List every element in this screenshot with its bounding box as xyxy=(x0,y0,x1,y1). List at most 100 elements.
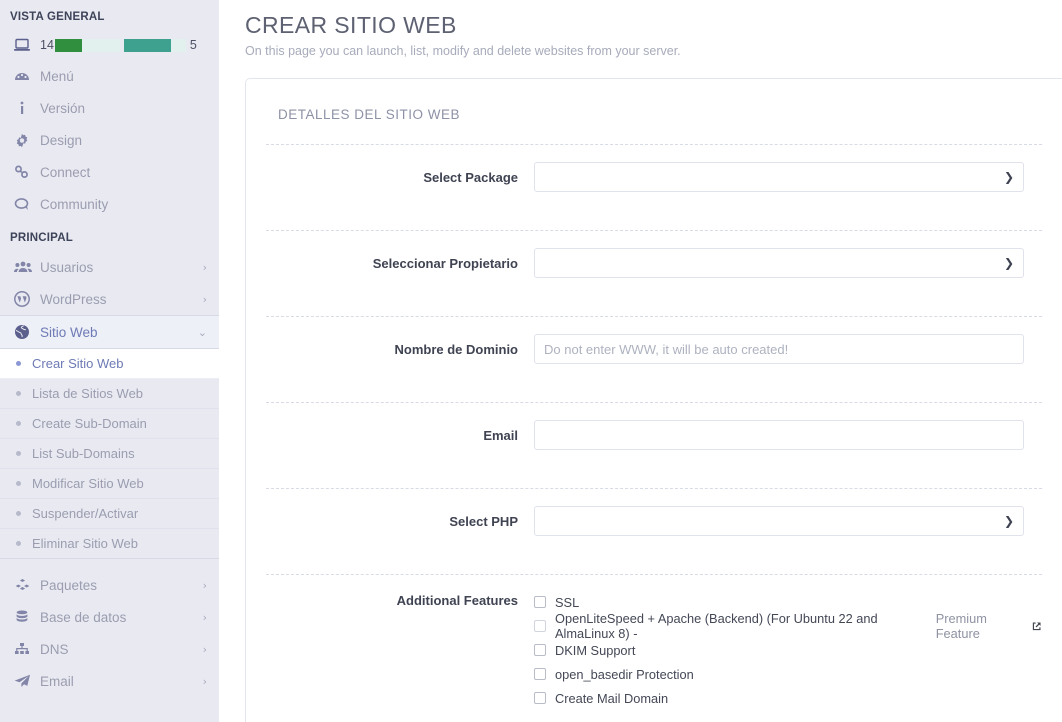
stat-bar-b xyxy=(123,38,186,52)
sidebar-item-label: DNS xyxy=(40,641,69,657)
form-row-email: Email xyxy=(266,403,1042,466)
select-php-dropdown[interactable] xyxy=(534,506,1024,536)
email-label: Email xyxy=(483,427,518,443)
chevron-right-icon: › xyxy=(202,292,207,306)
sidebar-heading-overview: VISTA GENERAL xyxy=(10,11,105,23)
gear-icon xyxy=(14,133,40,148)
form-row-select-owner: Seleccionar Propietario ❯ xyxy=(266,231,1042,294)
info-icon xyxy=(14,101,40,115)
select-owner-label: Seleccionar Propietario xyxy=(372,255,518,271)
sidebar-item-dns[interactable]: DNS › xyxy=(0,633,219,665)
chevron-right-icon: › xyxy=(202,578,207,592)
domain-wrapper xyxy=(534,334,1024,364)
bullet-icon xyxy=(16,361,21,366)
domain-input[interactable] xyxy=(534,334,1024,364)
sidebar-item-label: Sitio Web xyxy=(40,324,98,340)
sidebar-item-label: Base de datos xyxy=(40,609,127,625)
users-icon xyxy=(14,260,40,274)
domain-label: Nombre de Dominio xyxy=(394,341,518,357)
wordpress-icon xyxy=(14,291,40,307)
sidebar-subitem-modificar-sitio-web[interactable]: Modificar Sitio Web xyxy=(0,469,219,499)
sidebar-subitem-label: Modificar Sitio Web xyxy=(32,476,144,491)
sidebar-item-connect[interactable]: Connect xyxy=(0,156,219,188)
feature-open-basedir-protection[interactable]: open_basedir Protection xyxy=(534,662,1042,686)
select-owner-wrapper: ❯ xyxy=(534,248,1024,278)
form-row-select-package: Select Package ❯ xyxy=(266,145,1042,208)
checkbox-icon[interactable] xyxy=(534,596,546,608)
sidebar-item-design[interactable]: Design xyxy=(0,124,219,156)
select-owner-dropdown[interactable] xyxy=(534,248,1024,278)
sidebar-item-label: Versión xyxy=(40,100,86,116)
stat-value-a: 14 xyxy=(40,38,54,52)
cubes-icon xyxy=(14,578,40,592)
sidebar-item-community[interactable]: Community xyxy=(0,188,219,220)
feature-openlitespeed-apache[interactable]: OpenLiteSpeed + Apache (Backend) (For Ub… xyxy=(534,611,1042,641)
sidebar-item-wordpress[interactable]: WordPress › xyxy=(0,283,219,315)
sidebar-subitem-label: Eliminar Sitio Web xyxy=(32,536,138,551)
additional-features-list: SSL OpenLiteSpeed + Apache (Backend) (Fo… xyxy=(534,589,1042,710)
page-title: CREAR SITIO WEB xyxy=(245,12,457,38)
sidebar-subitem-suspender-activar[interactable]: Suspender/Activar xyxy=(0,499,219,529)
sidebar-subitem-label: Suspender/Activar xyxy=(32,506,139,521)
sidebar-stats-row[interactable]: 14 5 xyxy=(0,30,219,60)
sidebar-subitem-create-sub-domain[interactable]: Create Sub-Domain xyxy=(0,409,219,439)
sidebar-item-sitio-web[interactable]: Sitio Web ⌄ xyxy=(0,315,219,349)
sidebar-item-label: Connect xyxy=(40,164,91,180)
form-row-additional-features: Additional Features SSL OpenLiteSpeed + … xyxy=(266,575,1042,722)
sidebar-subitem-eliminar-sitio-web[interactable]: Eliminar Sitio Web xyxy=(0,529,219,559)
select-php-label: Select PHP xyxy=(449,513,518,529)
link-icon xyxy=(14,165,40,179)
sidebar-subitem-crear-sitio-web[interactable]: Crear Sitio Web xyxy=(0,349,219,379)
main-content: CREAR SITIO WEB On this page you can lau… xyxy=(219,0,1062,722)
sitemap-icon xyxy=(14,642,40,656)
checkbox-icon[interactable] xyxy=(534,692,546,704)
feature-dkim-support[interactable]: DKIM Support xyxy=(534,638,1042,662)
form-row-select-php: Select PHP ❯ xyxy=(266,489,1042,552)
checkbox-icon[interactable] xyxy=(534,668,546,680)
feature-label: OpenLiteSpeed + Apache (Backend) (For Ub… xyxy=(555,611,878,641)
sidebar-item-usuarios[interactable]: Usuarios › xyxy=(0,251,219,283)
bullet-icon xyxy=(16,481,21,486)
sidebar-subitem-label: Create Sub-Domain xyxy=(32,416,147,431)
sidebar-item-label: Usuarios xyxy=(40,259,94,275)
app-root: VISTA GENERAL 14 5 Menú Versión Design C… xyxy=(0,0,1062,722)
email-wrapper xyxy=(534,420,1024,450)
checkbox-icon[interactable] xyxy=(534,620,546,632)
stat-bar-a xyxy=(54,38,120,52)
sidebar-item-label: WordPress xyxy=(40,291,107,307)
email-input[interactable] xyxy=(534,420,1024,450)
chevron-right-icon: › xyxy=(202,610,207,624)
sidebar-subitem-list-sub-domains[interactable]: List Sub-Domains xyxy=(0,439,219,469)
sidebar-item-label: Design xyxy=(40,132,83,148)
sidebar-item-base-de-datos[interactable]: Base de datos › xyxy=(0,601,219,633)
additional-features-label: Additional Features xyxy=(396,593,518,608)
sidebar-item-menu[interactable]: Menú xyxy=(0,60,219,92)
sidebar-subitem-label: Crear Sitio Web xyxy=(32,356,124,371)
sidebar-item-email[interactable]: Email › xyxy=(0,665,219,697)
laptop-icon xyxy=(14,38,40,52)
sidebar-item-label: Email xyxy=(40,673,74,689)
select-package-dropdown[interactable] xyxy=(534,162,1024,192)
checkbox-icon[interactable] xyxy=(534,644,546,656)
form-row-domain: Nombre de Dominio xyxy=(266,317,1042,380)
chevron-right-icon: › xyxy=(202,674,207,688)
sidebar-item-paquetes[interactable]: Paquetes › xyxy=(0,569,219,601)
sidebar-item-label: Menú xyxy=(40,68,74,84)
stat-value-b: 5 xyxy=(189,38,197,52)
feature-create-mail-domain[interactable]: Create Mail Domain xyxy=(534,686,1042,710)
feature-label: Create Mail Domain xyxy=(555,690,669,706)
premium-feature-link[interactable]: Premium Feature xyxy=(936,611,1027,641)
sidebar-subitem-label: List Sub-Domains xyxy=(32,446,135,461)
page-subtitle: On this page you can launch, list, modif… xyxy=(245,44,681,58)
bullet-icon xyxy=(16,511,21,516)
sidebar-item-version[interactable]: Versión xyxy=(0,92,219,124)
chevron-right-icon: › xyxy=(202,642,207,656)
external-link-icon[interactable] xyxy=(1031,621,1042,632)
chevron-down-icon: ⌄ xyxy=(197,325,207,339)
sidebar-subitem-lista-de-sitios-web[interactable]: Lista de Sitios Web xyxy=(0,379,219,409)
bullet-icon xyxy=(16,421,21,426)
bullet-icon xyxy=(16,391,21,396)
select-package-wrapper: ❯ xyxy=(534,162,1024,192)
sidebar: VISTA GENERAL 14 5 Menú Versión Design C… xyxy=(0,0,219,722)
sidebar-submenu-sitio-web: Crear Sitio Web Lista de Sitios Web Crea… xyxy=(0,349,219,559)
